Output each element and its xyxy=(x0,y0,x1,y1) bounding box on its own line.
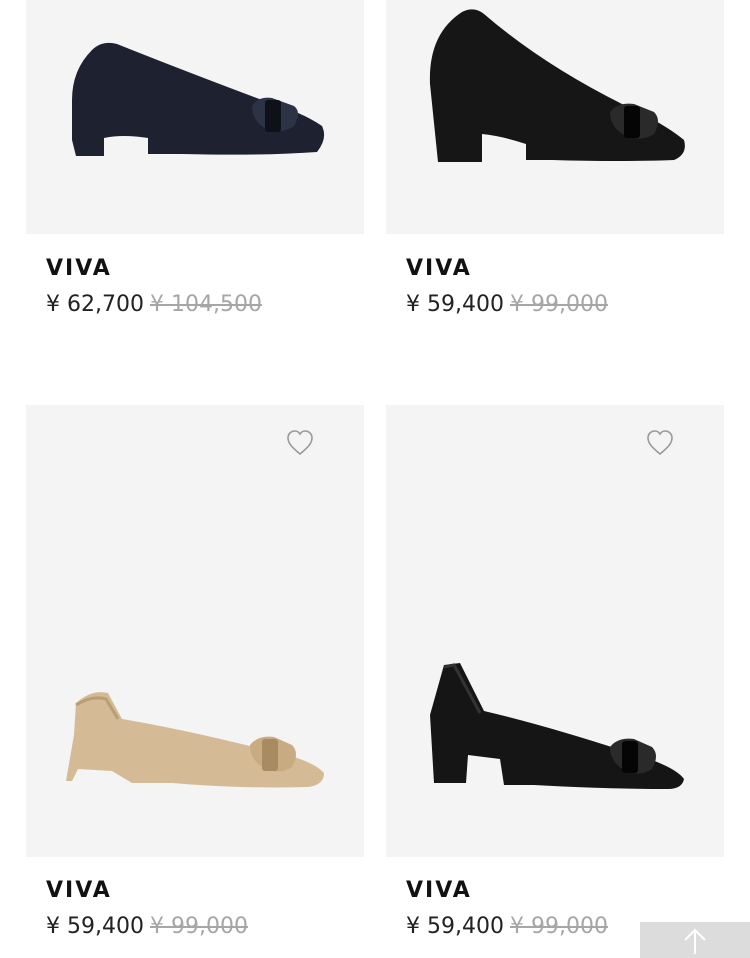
product-image[interactable] xyxy=(26,405,364,857)
product-name[interactable]: VIVA xyxy=(406,256,472,281)
product-card[interactable]: VIVA ¥ 59,400 ¥ 99,000 xyxy=(386,405,724,958)
sale-price: ¥ 59,400 xyxy=(46,914,144,939)
shoe-image xyxy=(66,692,324,788)
product-image[interactable] xyxy=(386,0,724,234)
arrow-up-icon xyxy=(684,928,706,954)
shoe-image xyxy=(429,9,685,162)
product-image[interactable] xyxy=(386,405,724,857)
original-price: ¥ 99,000 xyxy=(509,292,608,317)
original-price: ¥ 104,500 xyxy=(149,292,262,317)
product-grid: VIVA ¥ 62,700 ¥ 104,500 VIVA ¥ 59,400 ¥ 99… xyxy=(0,0,750,958)
product-name[interactable]: VIVA xyxy=(46,878,112,903)
price-row: ¥ 62,700 ¥ 104,500 xyxy=(46,292,262,317)
shoe-image xyxy=(430,663,684,789)
wishlist-heart-icon[interactable] xyxy=(284,427,316,459)
price-row: ¥ 59,400 ¥ 99,000 xyxy=(46,914,248,939)
wishlist-heart-icon[interactable] xyxy=(644,427,676,459)
sale-price: ¥ 59,400 xyxy=(406,914,504,939)
price-row: ¥ 59,400 ¥ 99,000 xyxy=(406,292,608,317)
original-price: ¥ 99,000 xyxy=(509,914,608,939)
back-to-top-button[interactable] xyxy=(640,922,750,958)
product-card[interactable]: VIVA ¥ 62,700 ¥ 104,500 xyxy=(26,0,364,340)
product-name[interactable]: VIVA xyxy=(46,256,112,281)
sale-price: ¥ 59,400 xyxy=(406,292,504,317)
original-price: ¥ 99,000 xyxy=(149,914,248,939)
product-card[interactable]: VIVA ¥ 59,400 ¥ 99,000 xyxy=(26,405,364,958)
sale-price: ¥ 62,700 xyxy=(46,292,144,317)
shoe-image xyxy=(72,42,325,156)
product-card[interactable]: VIVA ¥ 59,400 ¥ 99,000 xyxy=(386,0,724,340)
product-image[interactable] xyxy=(26,0,364,234)
price-row: ¥ 59,400 ¥ 99,000 xyxy=(406,914,608,939)
product-name[interactable]: VIVA xyxy=(406,878,472,903)
